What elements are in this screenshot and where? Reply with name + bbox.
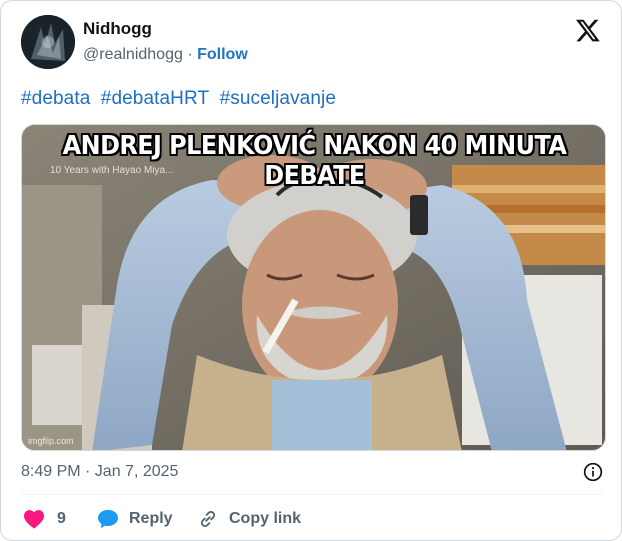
- tweet-card: Nidhogg @realnidhogg · Follow #debata #d…: [0, 0, 622, 541]
- tweet-timestamp[interactable]: 8:49 PM · Jan 7, 2025: [21, 463, 178, 481]
- hashtag-debatahrt[interactable]: #debataHRT: [101, 88, 209, 109]
- link-icon: [200, 511, 216, 527]
- follow-button[interactable]: Follow: [197, 46, 248, 63]
- copy-link-label: Copy link: [229, 510, 302, 527]
- heart-icon: [24, 510, 44, 529]
- avatar[interactable]: [21, 15, 75, 69]
- divider: [21, 494, 603, 495]
- media-watermark: imgflip.com: [28, 436, 74, 446]
- handle-separator: ·: [187, 46, 193, 63]
- author-name[interactable]: Nidhogg: [83, 19, 152, 39]
- like-count: 9: [57, 510, 66, 527]
- meme-caption: ANDREJ PLENKOVIĆ NAKON 40 MINUTA DEBATE: [62, 131, 567, 191]
- reply-bubble-icon: [98, 509, 118, 529]
- author-handle[interactable]: @realnidhogg: [83, 46, 183, 63]
- meme-subtitle: 10 Years with Hayao Miya...: [50, 165, 174, 176]
- copy-link-button[interactable]: Copy link: [197, 506, 301, 532]
- info-icon[interactable]: [583, 462, 603, 482]
- tweet-text: #debata #debataHRT #suceljavanje: [21, 88, 341, 110]
- hashtag-suceljavanje[interactable]: #suceljavanje: [220, 88, 336, 109]
- reply-button[interactable]: Reply: [97, 506, 173, 532]
- x-logo-icon[interactable]: [575, 17, 601, 43]
- reply-label: Reply: [129, 510, 173, 527]
- like-button[interactable]: 9: [23, 506, 66, 532]
- author-handle-row: @realnidhogg · Follow: [83, 46, 248, 64]
- hashtag-debata[interactable]: #debata: [21, 88, 90, 109]
- tweet-media-image[interactable]: ANDREJ PLENKOVIĆ NAKON 40 MINUTA DEBATE …: [21, 124, 606, 451]
